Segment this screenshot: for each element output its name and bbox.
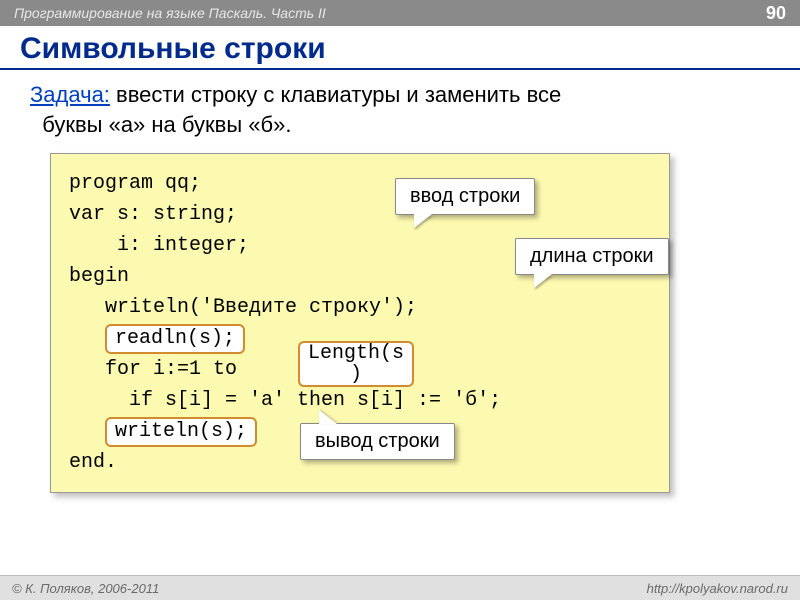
task-line1: ввести строку с клавиатуры и заменить вс… bbox=[110, 82, 561, 107]
slide-title: Символьные строки bbox=[0, 26, 800, 70]
highlight-writeln: writeln(s); bbox=[105, 417, 257, 447]
slide: Программирование на языке Паскаль. Часть… bbox=[0, 0, 800, 600]
copyright: © К. Поляков, 2006-2011 bbox=[12, 581, 159, 596]
length-text-bot: ) bbox=[350, 363, 362, 386]
code-line2: var s: string; bbox=[69, 203, 237, 226]
highlight-readln: readln(s); bbox=[105, 324, 245, 354]
footer-url: http://kpolyakov.narod.ru bbox=[647, 581, 788, 596]
footer: © К. Поляков, 2006-2011 http://kpolyakov… bbox=[0, 575, 800, 600]
callout-length: длина строки bbox=[515, 238, 669, 275]
code-line5: writeln('Введите строку'); bbox=[69, 296, 417, 319]
code-line7-pre: for i:=1 to bbox=[69, 358, 249, 381]
top-bar: Программирование на языке Паскаль. Часть… bbox=[0, 0, 800, 26]
task-line2: буквы «а» на буквы «б». bbox=[42, 112, 291, 137]
code-line4: begin bbox=[69, 265, 129, 288]
code-area: program qq; var s: string; i: integer; b… bbox=[50, 153, 670, 493]
callout-output: вывод строки bbox=[300, 423, 455, 460]
code-line3: i: integer; bbox=[69, 234, 249, 257]
length-text-top: Length(s bbox=[308, 342, 404, 365]
task-label: Задача: bbox=[30, 82, 110, 107]
code-line8: if s[i] = 'а' then s[i] := 'б'; bbox=[69, 389, 501, 412]
task-text: Задача: ввести строку с клавиатуры и зам… bbox=[0, 70, 800, 145]
callout-input: ввод строки bbox=[395, 178, 535, 215]
code-line1: program qq; bbox=[69, 172, 201, 195]
page-number: 90 bbox=[766, 3, 786, 24]
highlight-length: Length(s ) bbox=[298, 341, 414, 387]
course-title: Программирование на языке Паскаль. Часть… bbox=[14, 5, 326, 21]
code-line10: end. bbox=[69, 451, 117, 474]
